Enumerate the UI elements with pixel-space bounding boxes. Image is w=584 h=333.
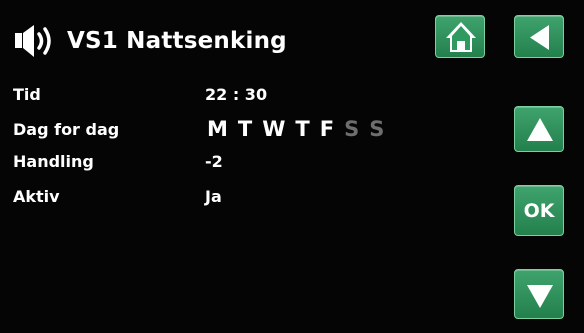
day-tuesday[interactable]: T	[238, 117, 252, 141]
aktiv-value[interactable]: Ja	[205, 187, 222, 206]
row-label-handling: Handling	[13, 152, 94, 171]
home-button[interactable]	[435, 15, 485, 58]
arrow-up-icon	[527, 118, 553, 141]
page-title: VS1 Nattsenking	[67, 28, 287, 54]
arrow-down-icon	[527, 285, 553, 308]
day-monday[interactable]: M	[207, 117, 228, 141]
row-label-aktiv: Aktiv	[13, 187, 60, 206]
back-button[interactable]	[514, 15, 564, 58]
day-sunday[interactable]: S	[369, 117, 384, 141]
ok-button[interactable]: OK	[514, 185, 564, 236]
day-thursday[interactable]: T	[295, 117, 309, 141]
time-value[interactable]: 22 : 30	[205, 85, 267, 104]
speaker-icon[interactable]	[14, 22, 58, 60]
row-label-dag-for-dag: Dag for dag	[13, 120, 120, 139]
row-label-tid: Tid	[13, 85, 41, 104]
home-icon	[446, 22, 476, 52]
handling-value[interactable]: -2	[205, 152, 223, 171]
up-button[interactable]	[514, 106, 564, 152]
ok-label: OK	[523, 199, 555, 222]
day-saturday[interactable]: S	[344, 117, 359, 141]
day-selector[interactable]: M T W T F S S	[207, 117, 384, 141]
down-button[interactable]	[514, 269, 564, 319]
screen: VS1 Nattsenking Tid 22 : 30 Dag for dag …	[0, 0, 584, 333]
day-wednesday[interactable]: W	[262, 117, 285, 141]
day-friday[interactable]: F	[320, 117, 334, 141]
back-arrow-icon	[530, 25, 549, 50]
